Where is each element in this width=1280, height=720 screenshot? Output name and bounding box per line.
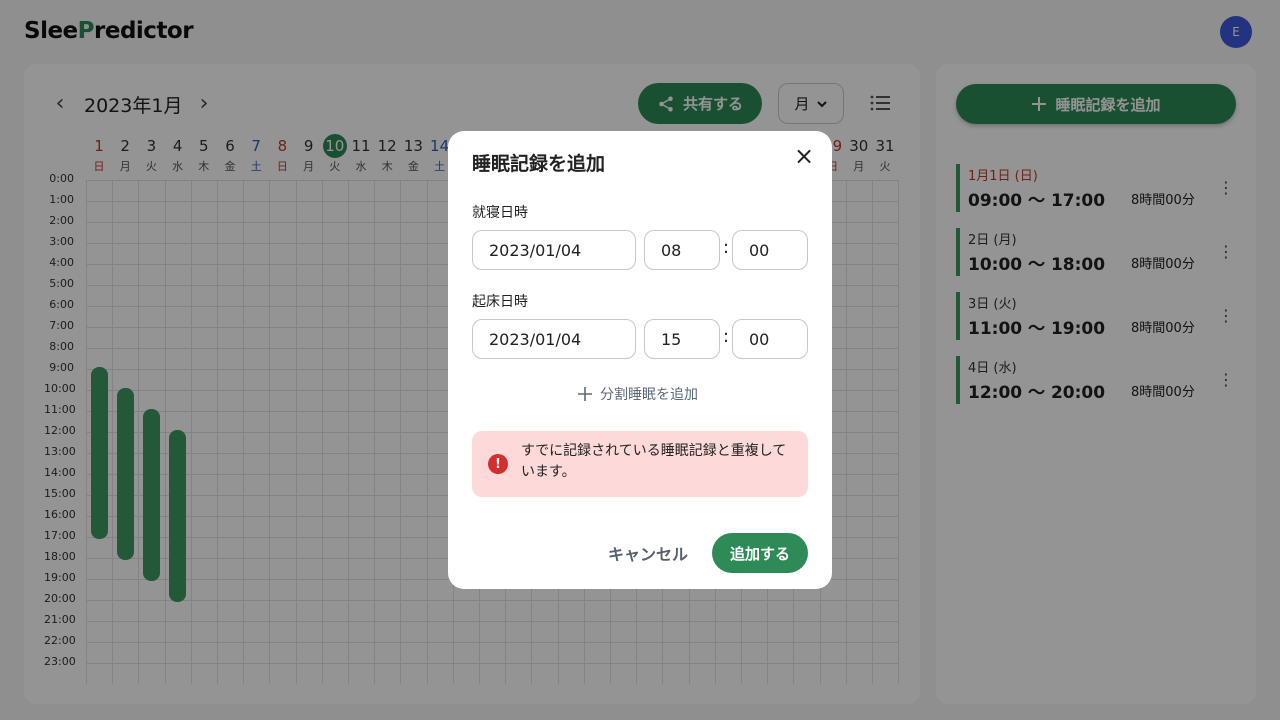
dialog-title: 睡眠記録を追加 — [472, 153, 606, 175]
cancel-button[interactable]: キャンセル — [600, 533, 696, 573]
bedtime-date-input[interactable]: 2023/01/04 — [472, 230, 636, 270]
bedtime-label: 就寝日時 — [472, 205, 528, 221]
close-icon[interactable]: × — [793, 144, 815, 168]
bedtime-hour-input[interactable]: 08 — [644, 230, 720, 270]
error-message: すでに記録されている睡眠記録と重複しています。 — [521, 443, 787, 480]
waketime-label: 起床日時 — [472, 294, 528, 310]
bedtime-minute-input[interactable]: 00 — [732, 230, 808, 270]
waketime-colon: : — [723, 326, 730, 347]
add-split-sleep-label: 分割睡眠を追加 — [600, 387, 698, 403]
add-sleep-record-dialog: 睡眠記録を追加 × 就寝日時 2023/01/04 08 : 00 起床日時 2… — [448, 131, 832, 589]
error-icon: ! — [488, 454, 508, 474]
overlap-error-alert: ! すでに記録されている睡眠記録と重複しています。 — [472, 431, 808, 497]
waketime-minute-input[interactable]: 00 — [732, 319, 808, 359]
add-split-sleep-link[interactable]: 分割睡眠を追加 — [578, 384, 698, 404]
bedtime-colon: : — [723, 237, 730, 258]
plus-icon — [578, 387, 592, 401]
waketime-date-input[interactable]: 2023/01/04 — [472, 319, 636, 359]
waketime-hour-input[interactable]: 15 — [644, 319, 720, 359]
submit-button[interactable]: 追加する — [712, 533, 808, 573]
